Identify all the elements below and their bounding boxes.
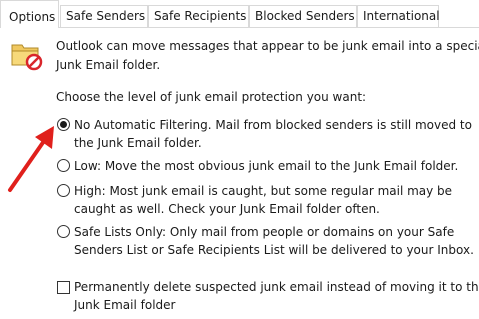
tab-options[interactable]: Options — [0, 0, 59, 28]
red-annotation-arrow — [8, 126, 54, 192]
